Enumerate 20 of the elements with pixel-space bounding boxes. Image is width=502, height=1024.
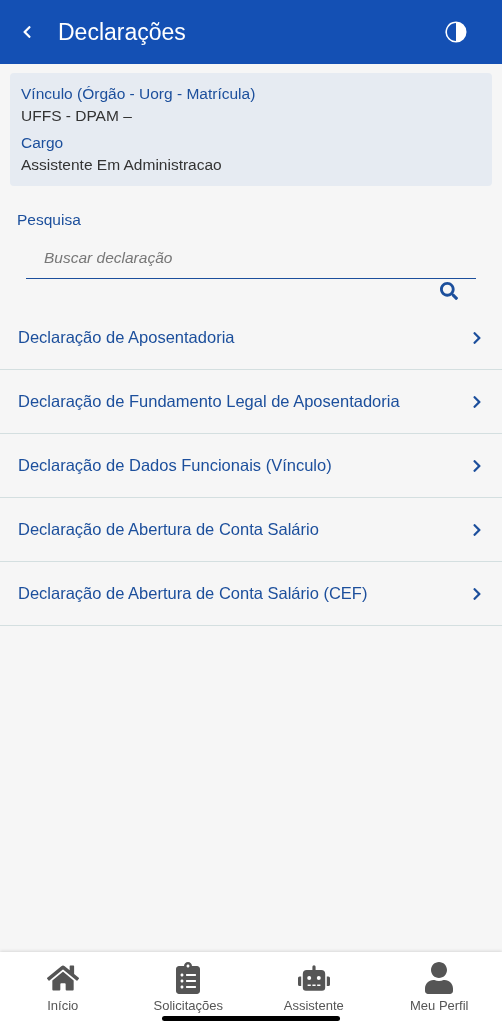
search-field[interactable]: Buscar declaração <box>26 237 476 280</box>
nav-tab[interactable]: Solicitações <box>125 962 251 1024</box>
search-icon[interactable] <box>440 282 458 301</box>
robot-icon <box>297 962 330 994</box>
vinculo-value: UFFS - DPAM – <box>21 106 133 126</box>
declaration-item[interactable]: Declaração de Dados Funcionais (Vínculo) <box>0 434 502 499</box>
nav-tab[interactable]: Meu Perfil <box>376 962 502 1024</box>
cargo-label: Cargo <box>21 133 65 153</box>
nav-tab[interactable]: Assistente <box>251 962 377 1024</box>
declaration-item[interactable]: Declaração de Abertura de Conta Salário (CEF) <box>0 562 502 627</box>
search-label: Pesquisa <box>17 210 82 230</box>
declaration-item[interactable]: Declaração de Fundamento Legal de Aposentadoria <box>0 370 502 435</box>
nav-tab[interactable]: Início <box>0 962 126 1024</box>
declaration-item[interactable]: Declaração de Abertura de Conta Salário <box>0 498 502 563</box>
declaration-item[interactable]: Declaração de Aposentadoria <box>0 306 502 371</box>
user-icon <box>423 962 456 994</box>
contrast-button[interactable] <box>444 20 468 44</box>
page-title: Declarações <box>58 17 186 47</box>
vinculo-label: Vínculo (Órgão - Uorg - Matrícula) <box>21 84 257 104</box>
cargo-value: Assistente Em Administracao <box>21 155 223 175</box>
